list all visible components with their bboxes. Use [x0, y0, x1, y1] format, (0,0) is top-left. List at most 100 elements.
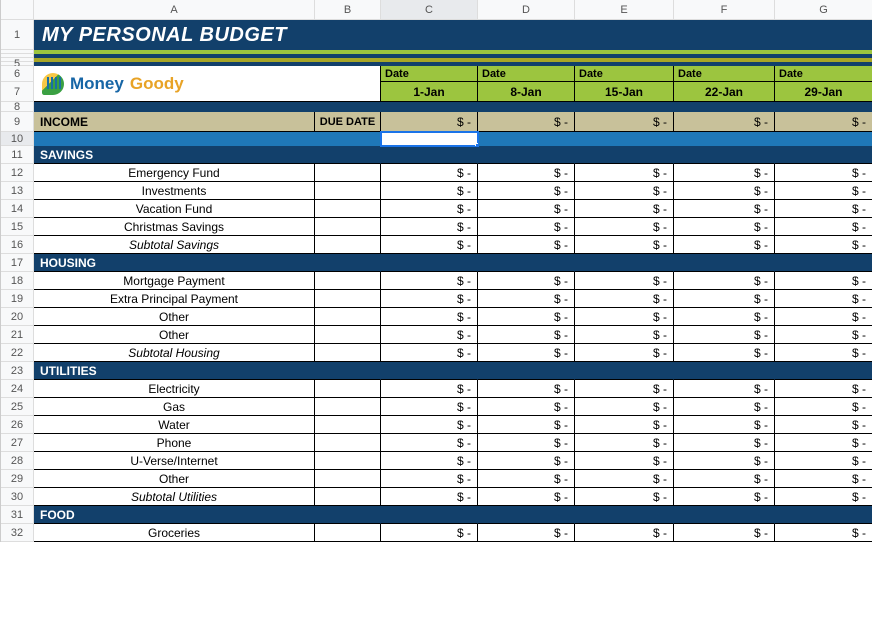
item-due[interactable]	[315, 344, 381, 362]
item-value[interactable]: $ -	[478, 272, 575, 290]
item-value[interactable]: $ -	[478, 398, 575, 416]
row-head-10[interactable]: 10	[1, 132, 34, 146]
item-due[interactable]	[315, 218, 381, 236]
income-value[interactable]: $ -	[775, 112, 872, 132]
item-value[interactable]: $ -	[381, 416, 478, 434]
item-label[interactable]: Groceries	[34, 524, 315, 542]
item-due[interactable]	[315, 164, 381, 182]
item-value[interactable]: $ -	[575, 308, 674, 326]
item-due[interactable]	[315, 236, 381, 254]
item-value[interactable]: $ -	[575, 182, 674, 200]
item-value[interactable]: $ -	[775, 272, 872, 290]
item-value[interactable]: $ -	[478, 452, 575, 470]
row-head-29[interactable]: 29	[1, 470, 34, 488]
item-value[interactable]: $ -	[575, 524, 674, 542]
item-value[interactable]: $ -	[478, 308, 575, 326]
item-value[interactable]: $ -	[478, 326, 575, 344]
item-value[interactable]: $ -	[775, 434, 872, 452]
row-head-32[interactable]: 32	[1, 524, 34, 542]
item-due[interactable]	[315, 398, 381, 416]
row-head-12[interactable]: 12	[1, 164, 34, 182]
item-label[interactable]: Investments	[34, 182, 315, 200]
item-value[interactable]: $ -	[381, 380, 478, 398]
item-value[interactable]: $ -	[381, 434, 478, 452]
item-value[interactable]: $ -	[575, 200, 674, 218]
item-label[interactable]: Phone	[34, 434, 315, 452]
item-due[interactable]	[315, 452, 381, 470]
row-head-1[interactable]: 1	[1, 20, 34, 50]
item-value[interactable]: $ -	[478, 524, 575, 542]
item-value[interactable]: $ -	[775, 326, 872, 344]
item-value[interactable]: $ -	[775, 308, 872, 326]
item-value[interactable]: $ -	[775, 218, 872, 236]
item-value[interactable]: $ -	[381, 308, 478, 326]
row-head-30[interactable]: 30	[1, 488, 34, 506]
item-value[interactable]: $ -	[478, 200, 575, 218]
item-value[interactable]: $ -	[381, 272, 478, 290]
item-due[interactable]	[315, 434, 381, 452]
item-value[interactable]: $ -	[381, 398, 478, 416]
row-head-22[interactable]: 22	[1, 344, 34, 362]
item-value[interactable]: $ -	[775, 290, 872, 308]
row-head-16[interactable]: 16	[1, 236, 34, 254]
item-value[interactable]: $ -	[381, 326, 478, 344]
item-due[interactable]	[315, 308, 381, 326]
row-head-14[interactable]: 14	[1, 200, 34, 218]
item-value[interactable]: $ -	[575, 398, 674, 416]
row-head-28[interactable]: 28	[1, 452, 34, 470]
item-value[interactable]: $ -	[575, 380, 674, 398]
item-due[interactable]	[315, 380, 381, 398]
item-due[interactable]	[315, 416, 381, 434]
item-value[interactable]: $ -	[478, 380, 575, 398]
item-value[interactable]: $ -	[478, 434, 575, 452]
item-value[interactable]: $ -	[478, 416, 575, 434]
item-due[interactable]	[315, 200, 381, 218]
item-value[interactable]: $ -	[674, 272, 775, 290]
item-value[interactable]: $ -	[575, 434, 674, 452]
item-value[interactable]: $ -	[674, 200, 775, 218]
income-value[interactable]: $ -	[381, 112, 478, 132]
fill-handle[interactable]	[475, 143, 478, 146]
item-value[interactable]: $ -	[575, 272, 674, 290]
item-label[interactable]: Vacation Fund	[34, 200, 315, 218]
row-head-6[interactable]: 6	[1, 66, 34, 82]
item-value[interactable]: $ -	[674, 524, 775, 542]
selected-cell[interactable]	[381, 132, 478, 146]
row-head-18[interactable]: 18	[1, 272, 34, 290]
item-value[interactable]: $ -	[381, 200, 478, 218]
item-value[interactable]: $ -	[381, 164, 478, 182]
row-head-31[interactable]: 31	[1, 506, 34, 524]
item-value[interactable]: $ -	[478, 182, 575, 200]
spreadsheet-grid[interactable]: A B C D E F G 1 MY PERSONAL BUDGET 5 6 M…	[0, 0, 872, 542]
item-value[interactable]: $ -	[674, 182, 775, 200]
item-value[interactable]: $ -	[478, 164, 575, 182]
item-label[interactable]: Gas	[34, 398, 315, 416]
item-due[interactable]	[315, 326, 381, 344]
row-head-27[interactable]: 27	[1, 434, 34, 452]
select-all-corner[interactable]	[1, 0, 34, 20]
row-head-8[interactable]: 8	[1, 102, 34, 112]
item-due[interactable]	[315, 488, 381, 506]
item-label[interactable]: Christmas Savings	[34, 218, 315, 236]
item-value[interactable]: $ -	[575, 290, 674, 308]
item-value[interactable]: $ -	[381, 290, 478, 308]
date-value[interactable]: 1-Jan	[381, 82, 478, 102]
item-value[interactable]: $ -	[775, 398, 872, 416]
col-head-a[interactable]: A	[34, 0, 315, 20]
row-head-15[interactable]: 15	[1, 218, 34, 236]
col-head-g[interactable]: G	[775, 0, 872, 20]
col-head-b[interactable]: B	[315, 0, 381, 20]
item-due[interactable]	[315, 524, 381, 542]
item-due[interactable]	[315, 290, 381, 308]
item-value[interactable]: $ -	[674, 326, 775, 344]
item-value[interactable]: $ -	[674, 470, 775, 488]
row-head-21[interactable]: 21	[1, 326, 34, 344]
item-value[interactable]: $ -	[575, 164, 674, 182]
item-value[interactable]: $ -	[775, 200, 872, 218]
col-head-d[interactable]: D	[478, 0, 575, 20]
row-head-9[interactable]: 9	[1, 112, 34, 132]
item-value[interactable]: $ -	[381, 218, 478, 236]
income-value[interactable]: $ -	[478, 112, 575, 132]
row-head-23[interactable]: 23	[1, 362, 34, 380]
date-value[interactable]: 15-Jan	[575, 82, 674, 102]
